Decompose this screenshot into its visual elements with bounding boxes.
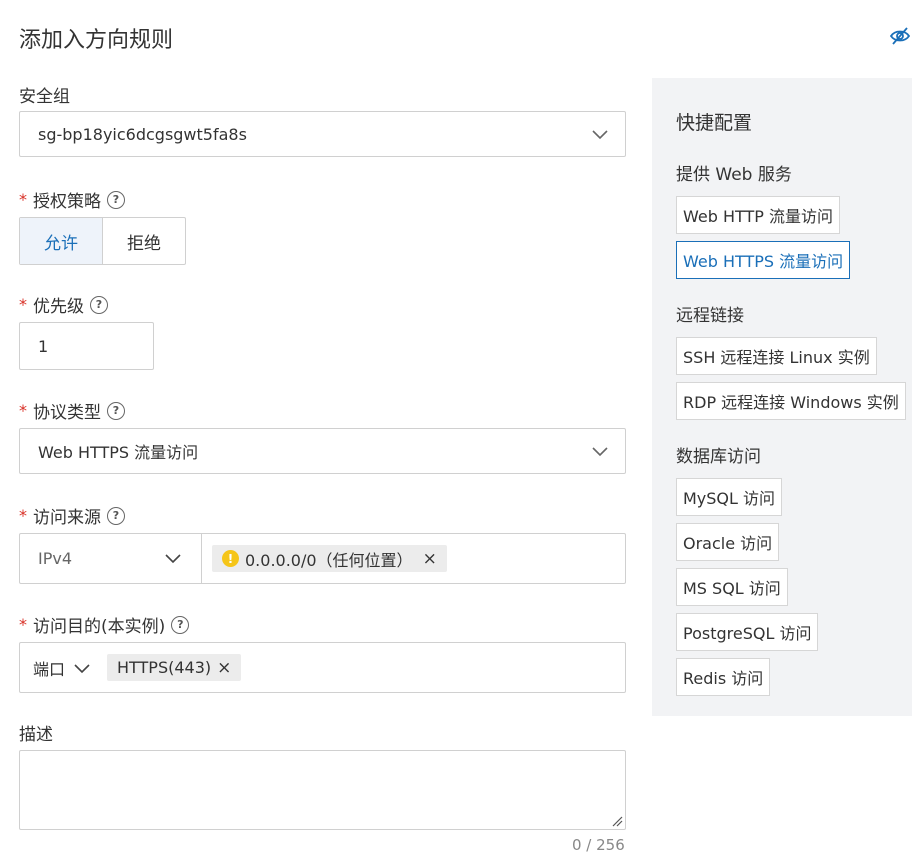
required-mark: * [19, 615, 27, 634]
quick-ssh-linux[interactable]: SSH 远程连接 Linux 实例 [676, 337, 877, 375]
priority-label: * 优先级 ? [19, 292, 108, 317]
protocol-select[interactable]: Web HTTPS 流量访问 [19, 428, 626, 474]
source-tag-text: 0.0.0.0/0（任何位置） [245, 550, 413, 570]
auth-policy-toggle: 允许 拒绝 [19, 217, 186, 265]
required-mark: * [19, 190, 27, 209]
quick-mysql[interactable]: MySQL 访问 [676, 478, 783, 516]
quick-web-https[interactable]: Web HTTPS 流量访问 [676, 241, 851, 279]
ip-version-value: IPv4 [38, 549, 73, 568]
help-icon[interactable]: ? [107, 190, 125, 209]
security-group-label: 安全组 [19, 82, 70, 107]
description-label-text: 描述 [19, 725, 53, 745]
security-group-value: sg-bp18yic6dcgsgwt5fa8s [38, 124, 247, 144]
eye-hide-icon[interactable] [889, 26, 911, 46]
help-icon[interactable]: ? [90, 295, 108, 314]
destination-type-select[interactable]: 端口 [33, 656, 90, 680]
group-database-label: 数据库访问 [676, 447, 761, 467]
protocol-label: * 协议类型 ? [19, 398, 125, 423]
warning-icon: ! [222, 550, 239, 567]
chevron-down-icon [165, 554, 181, 564]
auth-policy-label: * 授权策略 ? [19, 187, 125, 212]
auth-policy-label-text: 授权策略 [33, 192, 101, 212]
page-title: 添加入方向规则 [19, 28, 174, 53]
ip-version-select[interactable]: IPv4 [20, 534, 202, 583]
destination-field: 端口 HTTPS(443) × [19, 642, 626, 693]
quick-oracle[interactable]: Oracle 访问 [676, 523, 780, 561]
quick-config-title: 快捷配置 [676, 112, 753, 134]
quick-mssql[interactable]: MS SQL 访问 [676, 568, 788, 606]
source-label-text: 访问来源 [33, 508, 101, 528]
destination-tag-text: HTTPS(443) [117, 658, 212, 677]
required-mark: * [19, 401, 27, 420]
destination-tag: HTTPS(443) × [107, 654, 242, 681]
security-group-label-text: 安全组 [19, 87, 70, 107]
help-icon[interactable]: ? [107, 401, 125, 420]
quick-config-panel: 快捷配置 提供 Web 服务 Web HTTP 流量访问 Web HTTPS 流… [652, 78, 912, 716]
required-mark: * [19, 506, 27, 525]
allow-option[interactable]: 允许 [20, 218, 103, 264]
group-web-label: 提供 Web 服务 [676, 165, 792, 185]
chevron-down-icon [74, 664, 90, 674]
security-group-select[interactable]: sg-bp18yic6dcgsgwt5fa8s [19, 111, 626, 157]
source-tag: ! 0.0.0.0/0（任何位置） × [212, 545, 447, 572]
char-counter: 0 / 256 [572, 836, 625, 854]
quick-redis[interactable]: Redis 访问 [676, 658, 771, 696]
destination-label-text: 访问目的(本实例) [33, 617, 166, 637]
destination-label: * 访问目的(本实例) ? [19, 612, 190, 637]
source-field: IPv4 ! 0.0.0.0/0（任何位置） × [19, 533, 626, 584]
deny-option[interactable]: 拒绝 [103, 218, 185, 264]
resize-handle-icon[interactable] [611, 815, 623, 827]
protocol-value: Web HTTPS 流量访问 [38, 443, 199, 462]
help-icon[interactable]: ? [171, 615, 190, 634]
chevron-down-icon [592, 130, 608, 140]
close-icon[interactable]: × [217, 658, 231, 678]
quick-web-http[interactable]: Web HTTP 流量访问 [676, 196, 841, 234]
quick-rdp-windows[interactable]: RDP 远程连接 Windows 实例 [676, 382, 906, 420]
destination-type-value: 端口 [33, 660, 66, 679]
protocol-label-text: 协议类型 [33, 403, 101, 423]
close-icon[interactable]: × [423, 549, 437, 569]
chevron-down-icon [592, 447, 608, 457]
description-textarea[interactable] [19, 750, 626, 830]
priority-value: 1 [38, 336, 49, 356]
source-label: * 访问来源 ? [19, 503, 125, 528]
help-icon[interactable]: ? [107, 506, 125, 525]
priority-input[interactable]: 1 [19, 322, 154, 370]
quick-postgresql[interactable]: PostgreSQL 访问 [676, 613, 819, 651]
priority-label-text: 优先级 [33, 297, 84, 317]
required-mark: * [19, 295, 27, 314]
group-remote-label: 远程链接 [676, 306, 744, 326]
description-label: 描述 [19, 720, 53, 745]
